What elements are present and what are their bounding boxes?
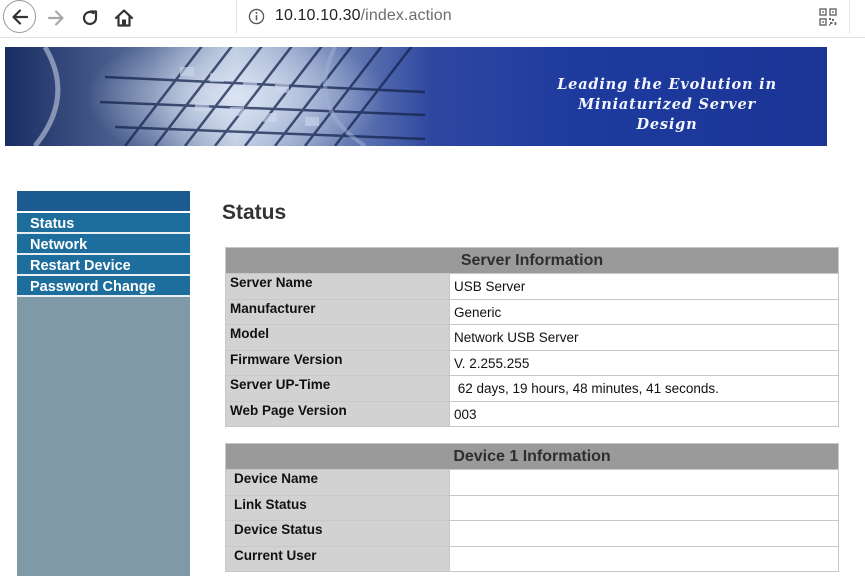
tagline-line-2: Miniaturized Server Design (578, 96, 756, 133)
home-icon (114, 9, 134, 27)
row-label: Firmware Version (225, 349, 450, 376)
sidebar-nav: Status Network Restart Device Password C… (17, 191, 190, 576)
table-row: Device Status (225, 520, 839, 547)
table-row: Firmware Version V. 2.255.255 (225, 349, 839, 376)
home-button[interactable] (108, 2, 140, 34)
forward-button[interactable] (40, 2, 72, 34)
row-label: Device Name (225, 469, 450, 496)
header-banner: Leading the Evolution in Miniaturized Se… (5, 47, 827, 146)
row-value (449, 545, 839, 572)
info-icon[interactable] (248, 8, 265, 25)
table-row: Device Name (225, 469, 839, 496)
table-row: Server UP-Time 62 days, 19 hours, 48 min… (225, 375, 839, 402)
row-label: Model (225, 324, 450, 351)
row-value: V. 2.255.255 (449, 349, 839, 376)
address-bar[interactable]: 10.10.10.30/index.action (236, 0, 850, 34)
browser-toolbar: 10.10.10.30/index.action (0, 0, 865, 38)
row-value: 003 (449, 400, 839, 427)
table-row: Link Status (225, 494, 839, 521)
sidebar-item-restart-device[interactable]: Restart Device (17, 255, 190, 276)
arrow-left-icon (11, 8, 28, 25)
row-value (449, 494, 839, 521)
table-row: Manufacturer Generic (225, 298, 839, 325)
sidebar-item-password-change[interactable]: Password Change (17, 276, 190, 297)
row-value: USB Server (449, 273, 839, 300)
table-row: Model Network USB Server (225, 324, 839, 351)
server-information-table: Server Information Server Name USB Serve… (225, 247, 839, 427)
table-row: Server Name USB Server (225, 273, 839, 300)
arrow-right-icon (47, 10, 64, 26)
table-row: Current User (225, 545, 839, 572)
sidebar-item-network[interactable]: Network (17, 234, 190, 255)
back-button[interactable] (3, 0, 36, 33)
table-header: Device 1 Information (225, 443, 839, 470)
row-label: Link Status (225, 494, 450, 521)
row-value (449, 469, 839, 496)
row-label: Device Status (225, 520, 450, 547)
tagline-line-1: Leading the Evolution in (557, 76, 777, 93)
row-value: Network USB Server (449, 324, 839, 351)
device-information-table: Device 1 Information Device Name Link St… (225, 443, 839, 572)
url-text[interactable]: 10.10.10.30/index.action (275, 7, 452, 25)
sidebar-item-status[interactable]: Status (17, 213, 190, 234)
row-value: 62 days, 19 hours, 48 minutes, 41 second… (449, 375, 839, 402)
table-header: Server Information (225, 247, 839, 274)
row-label: Server UP-Time (225, 375, 450, 402)
table-row: Web Page Version 003 (225, 400, 839, 427)
row-label: Current User (225, 545, 450, 572)
url-path: /index.action (360, 7, 452, 24)
row-label: Manufacturer (225, 298, 450, 325)
url-host: 10.10.10.30 (275, 7, 361, 24)
row-value: Generic (449, 298, 839, 325)
sidebar-header (17, 191, 190, 213)
reload-icon (82, 10, 98, 26)
row-label: Web Page Version (225, 400, 450, 427)
row-value (449, 520, 839, 547)
qr-code-icon[interactable] (819, 8, 837, 26)
reload-button[interactable] (74, 2, 106, 34)
banner-tagline: Leading the Evolution in Miniaturized Se… (547, 75, 787, 135)
row-label: Server Name (225, 273, 450, 300)
page-title: Status (222, 201, 287, 224)
